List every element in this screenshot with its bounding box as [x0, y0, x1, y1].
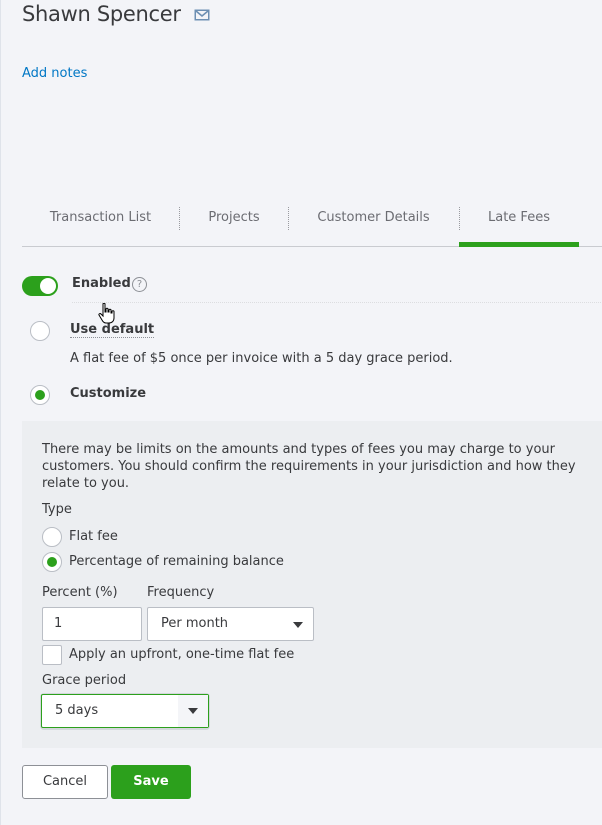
upfront-fee-checkbox[interactable]: [42, 645, 62, 665]
frequency-select[interactable]: Per month: [147, 607, 314, 641]
grace-period-value: 5 days: [55, 703, 99, 718]
customize-panel: There may be limits on the amounts and t…: [22, 421, 602, 748]
tab-projects[interactable]: Projects: [179, 200, 289, 246]
grace-period-label: Grace period: [42, 673, 127, 688]
help-icon[interactable]: ?: [132, 277, 147, 292]
cancel-button[interactable]: Cancel: [22, 765, 108, 799]
enabled-label: Enabled: [72, 276, 131, 291]
frequency-value: Per month: [161, 616, 229, 631]
tab-bar: Transaction List Projects Customer Detai…: [22, 200, 602, 247]
grace-period-select[interactable]: 5 days: [41, 694, 209, 728]
add-notes-link[interactable]: Add notes: [22, 66, 87, 81]
percent-label: Percent (%): [42, 585, 118, 600]
chevron-down-icon: [188, 708, 198, 714]
grace-period-dropdown-button[interactable]: [178, 695, 208, 727]
envelope-icon[interactable]: [194, 9, 210, 21]
flat-fee-radio[interactable]: [42, 527, 62, 547]
toggle-knob: [40, 278, 56, 294]
flat-fee-label: Flat fee: [69, 529, 118, 544]
tab-customer-details[interactable]: Customer Details: [288, 200, 459, 246]
customer-name-title: Shawn Spencer: [22, 2, 181, 26]
customize-radio[interactable]: [30, 385, 50, 405]
enabled-toggle[interactable]: [22, 276, 58, 296]
tab-late-fees[interactable]: Late Fees: [459, 200, 579, 247]
use-default-description: A flat fee of $5 once per invoice with a…: [70, 351, 453, 366]
upfront-fee-label: Apply an upfront, one-time flat fee: [69, 647, 295, 662]
percentage-label: Percentage of remaining balance: [69, 554, 284, 569]
type-label: Type: [42, 502, 72, 517]
frequency-label: Frequency: [147, 585, 215, 600]
grace-period-focus-ring: 5 days: [40, 693, 210, 730]
save-button[interactable]: Save: [111, 765, 191, 799]
hand-cursor-icon: [98, 303, 115, 324]
use-default-radio[interactable]: [30, 321, 50, 341]
customize-label: Customize: [70, 386, 147, 401]
jurisdiction-notice: There may be limits on the amounts and t…: [42, 442, 576, 491]
divider: [72, 302, 602, 303]
chevron-down-icon: [293, 622, 303, 628]
tab-transaction-list[interactable]: Transaction List: [22, 200, 179, 246]
percentage-radio[interactable]: [42, 552, 62, 572]
percent-input[interactable]: 1: [42, 607, 142, 641]
